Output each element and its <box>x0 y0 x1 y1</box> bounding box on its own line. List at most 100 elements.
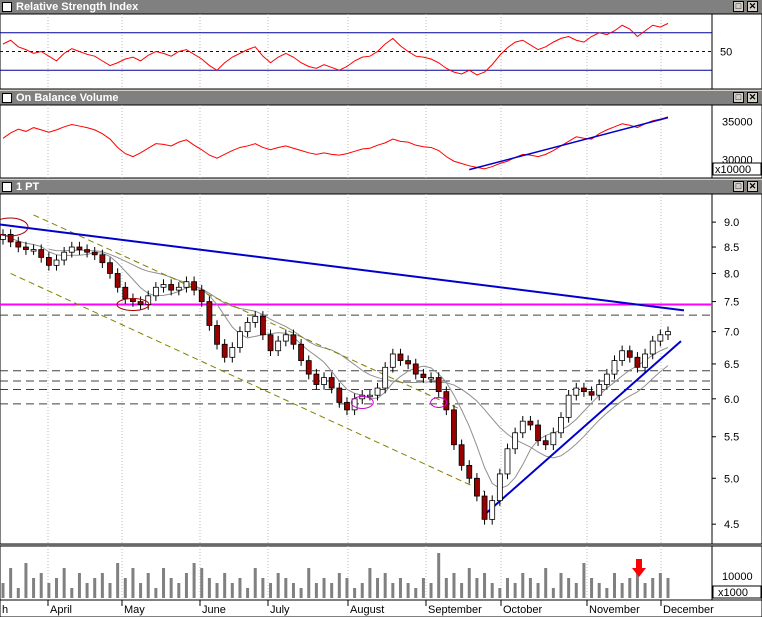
candle-body <box>420 373 427 378</box>
candle-body <box>474 477 480 497</box>
price-tick-label: 6.0 <box>724 394 739 406</box>
candle-body <box>15 241 22 248</box>
obv-plot-area <box>0 104 713 179</box>
volume-bar <box>330 583 334 598</box>
candle-body <box>206 301 213 326</box>
volume-bar <box>475 578 479 598</box>
price-tick-label: 8.0 <box>724 268 739 280</box>
volume-bar <box>398 578 402 598</box>
volume-bar <box>169 578 173 598</box>
candle-body <box>282 334 289 342</box>
volume-bar <box>521 573 525 598</box>
volume-bar <box>467 568 471 598</box>
candle-body <box>191 281 197 291</box>
volume-bar <box>299 588 303 598</box>
candle-body <box>458 444 465 466</box>
volume-bar <box>223 573 227 598</box>
candle-body <box>344 402 350 411</box>
price-tick-label: 6.5 <box>724 359 739 371</box>
volume-bar <box>16 588 20 598</box>
candle-body <box>542 440 549 446</box>
volume-bar <box>9 568 13 598</box>
volume-bar <box>383 573 387 598</box>
volume-bar <box>322 578 326 598</box>
candle-body <box>84 249 90 253</box>
candle-body <box>275 340 282 352</box>
month-label: May <box>124 604 145 616</box>
candle-body <box>535 424 541 442</box>
candle-body <box>38 249 45 258</box>
candle-body <box>626 350 633 358</box>
candle-body <box>214 325 220 345</box>
volume-bar <box>590 578 594 598</box>
month-label: August <box>350 604 384 616</box>
candle-body <box>91 251 98 256</box>
volume-bar <box>47 583 51 598</box>
volume-bar <box>513 583 517 598</box>
candle-body <box>336 387 343 403</box>
volume-bar <box>291 583 295 598</box>
volume-bar <box>139 583 143 598</box>
volume-bar <box>360 583 364 598</box>
price-tick-label: 9.0 <box>724 217 739 229</box>
volume-bar <box>123 578 127 598</box>
volume-bar <box>177 583 181 598</box>
volume-bar <box>666 578 670 598</box>
candle-body <box>657 334 664 342</box>
candle-body <box>152 286 159 297</box>
candle-body <box>619 350 626 361</box>
stock-chart[interactable]: 503500030000x100009.08.58.07.57.06.56.05… <box>0 0 762 617</box>
volume-bar <box>490 583 494 598</box>
volume-bar <box>253 568 257 598</box>
candle-body <box>68 246 75 253</box>
candle-body <box>466 464 473 479</box>
candle-body <box>183 281 190 288</box>
volume-bar <box>230 583 234 598</box>
candle-body <box>527 420 534 426</box>
volume-bar <box>460 583 464 598</box>
volume-bar <box>605 588 609 598</box>
candle-body <box>244 322 251 333</box>
candle-body <box>107 262 113 274</box>
candle-body <box>290 334 297 345</box>
volume-bar <box>62 568 66 598</box>
candle-body <box>481 495 488 520</box>
candle-body <box>405 360 412 365</box>
candle-body <box>603 373 610 385</box>
price-tick-label: 8.5 <box>724 242 739 254</box>
month-label: h <box>2 604 8 616</box>
candle-body <box>519 420 526 434</box>
candle-body <box>252 315 259 323</box>
volume-bar <box>651 578 655 598</box>
candle-body <box>45 257 52 266</box>
candle-body <box>53 259 60 266</box>
candle-body <box>229 347 236 358</box>
volume-bar <box>337 573 341 598</box>
volume-bar <box>39 573 43 598</box>
volume-bar <box>32 578 36 598</box>
volume-bar <box>269 583 273 598</box>
volume-bar <box>276 573 280 598</box>
volume-bar <box>612 573 616 598</box>
candle-body <box>397 353 404 361</box>
month-label: July <box>270 604 290 616</box>
candle-body <box>374 387 381 396</box>
volume-bar <box>551 588 555 598</box>
candle-body <box>76 246 83 251</box>
price-tick-label: 7.5 <box>724 297 739 309</box>
volume-bar <box>314 583 318 598</box>
candle-body <box>298 343 305 361</box>
candle-body <box>175 286 182 291</box>
volume-bar <box>70 588 74 598</box>
volume-bar <box>658 573 662 598</box>
volume-bar <box>55 578 59 598</box>
volume-bar <box>406 583 410 598</box>
volume-bar <box>567 578 571 598</box>
volume-bar <box>246 588 250 598</box>
volume-bar <box>421 578 425 598</box>
candle-body <box>512 432 519 450</box>
volume-bar <box>391 583 395 598</box>
month-label: June <box>202 604 226 616</box>
candle-body <box>565 394 572 418</box>
volume-bar <box>574 583 578 598</box>
